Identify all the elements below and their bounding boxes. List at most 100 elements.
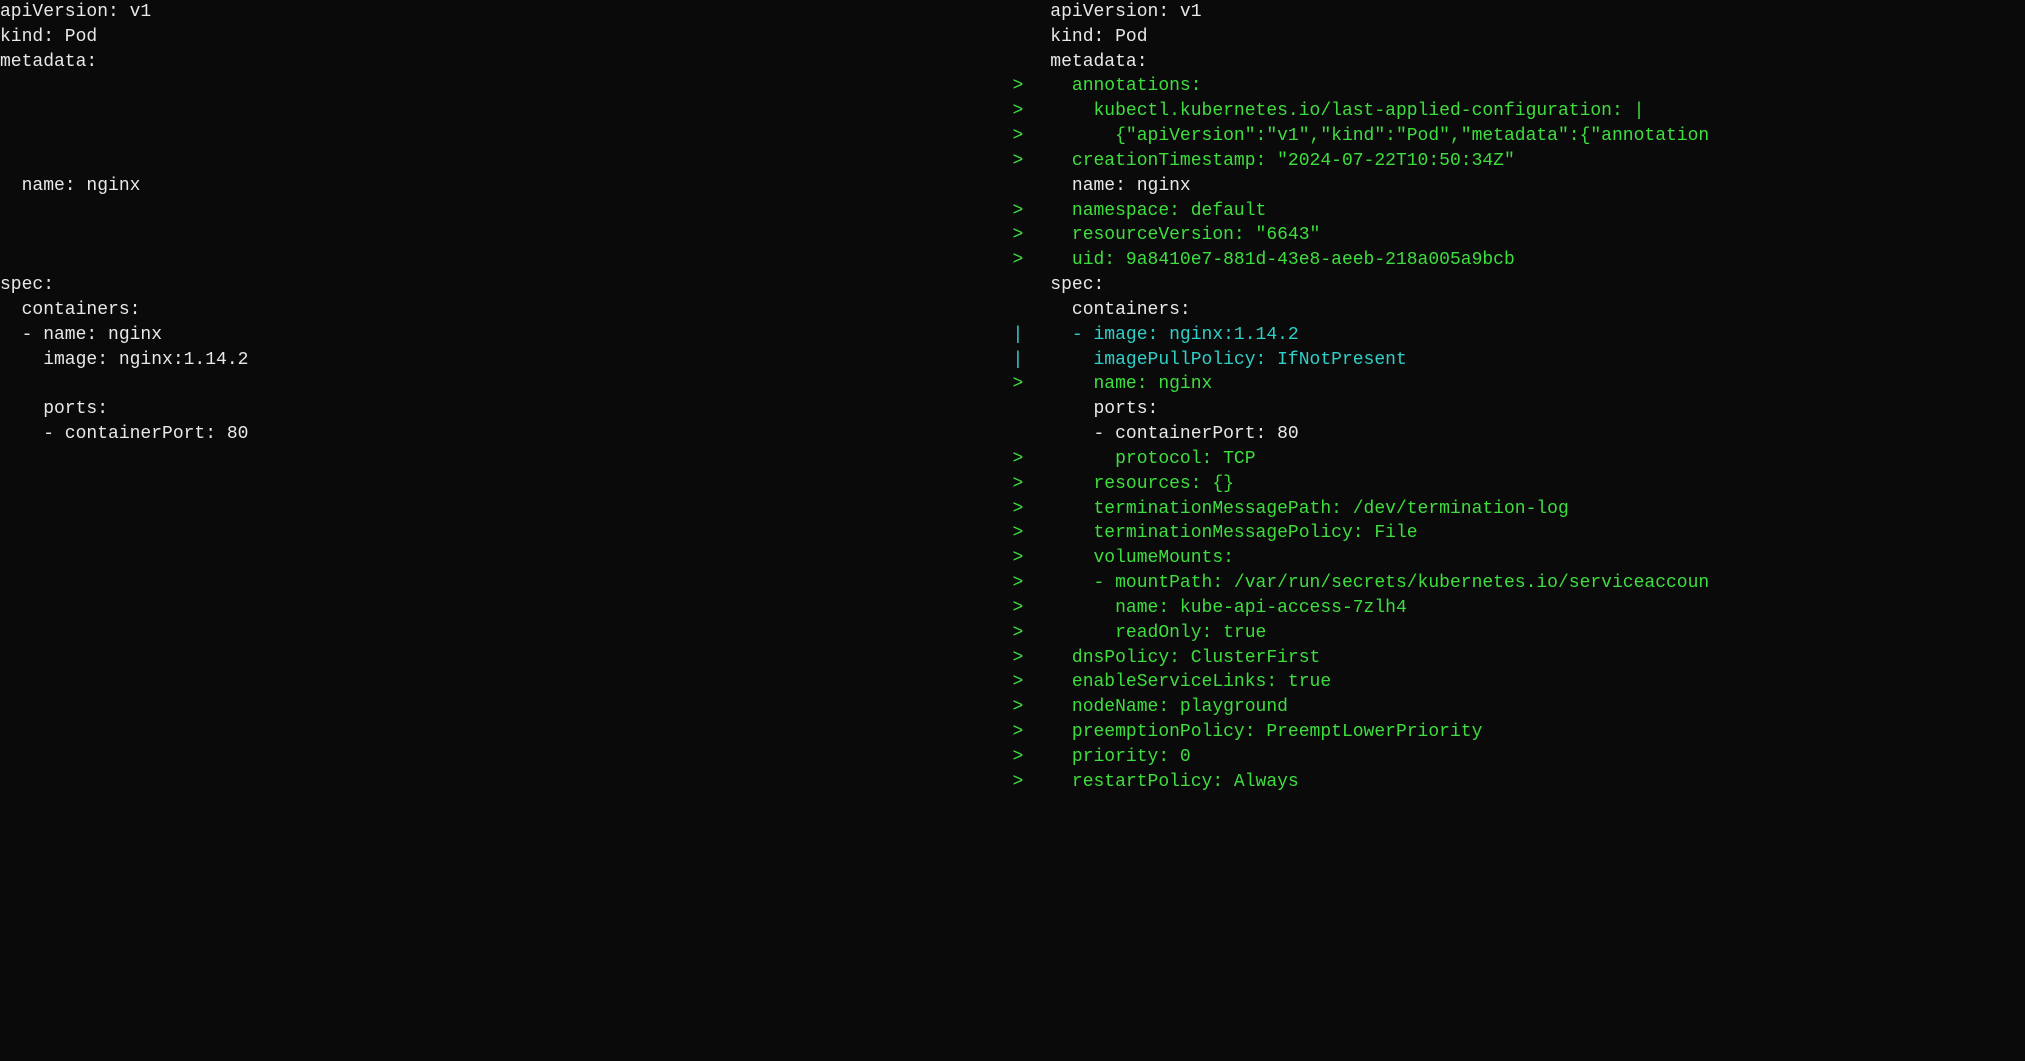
diff-marker: > [1013, 199, 1029, 224]
diff-text: resources: {} [1050, 474, 1234, 494]
diff-text: image: nginx:1.14.2 [0, 350, 248, 370]
diff-line: > nodeName: playground [1013, 695, 2025, 720]
diff-marker: > [1013, 497, 1029, 522]
diff-text: metadata: [0, 52, 97, 72]
diff-text: preemptionPolicy: PreemptLowerPriority [1050, 722, 1482, 742]
diff-marker: > [1013, 447, 1029, 472]
diff-line: > preemptionPolicy: PreemptLowerPriority [1013, 720, 2025, 745]
diff-left-pane[interactable]: apiVersion: v1 kind: Pod metadata: name: n… [0, 0, 1013, 1061]
diff-marker [1013, 273, 1029, 298]
diff-text: priority: 0 [1050, 747, 1190, 767]
diff-line: > - mountPath: /var/run/secrets/kubernet… [1013, 571, 2025, 596]
diff-marker [1013, 298, 1029, 323]
diff-line: > priority: 0 [1013, 745, 2025, 770]
diff-line: metadata: [1013, 50, 2025, 75]
diff-marker [1013, 422, 1029, 447]
diff-line: kind: Pod [0, 25, 1013, 50]
diff-line: > kubectl.kubernetes.io/last-applied-con… [1013, 99, 2025, 124]
diff-text: metadata: [1050, 52, 1147, 72]
diff-text: imagePullPolicy: IfNotPresent [1050, 350, 1406, 370]
diff-text: protocol: TCP [1050, 449, 1255, 469]
diff-marker: | [1013, 348, 1029, 373]
diff-line: | imagePullPolicy: IfNotPresent [1013, 348, 2025, 373]
diff-line: > enableServiceLinks: true [1013, 670, 2025, 695]
diff-text: apiVersion: v1 [0, 2, 151, 22]
diff-right-pane[interactable]: apiVersion: v1 kind: Pod metadata:> anno… [1013, 0, 2025, 1061]
diff-line: image: nginx:1.14.2 [0, 348, 1013, 373]
diff-line: > {"apiVersion":"v1","kind":"Pod","metad… [1013, 124, 2025, 149]
diff-text: readOnly: true [1050, 623, 1266, 643]
diff-text: enableServiceLinks: true [1050, 672, 1331, 692]
diff-line: name: nginx [0, 174, 1013, 199]
diff-marker: > [1013, 695, 1029, 720]
diff-line: > name: nginx [1013, 372, 2025, 397]
diff-text: restartPolicy: Always [1050, 772, 1298, 792]
diff-text: - mountPath: /var/run/secrets/kubernetes… [1050, 573, 1709, 593]
diff-text: resourceVersion: "6643" [1050, 225, 1320, 245]
diff-marker: > [1013, 621, 1029, 646]
diff-line: metadata: [0, 50, 1013, 75]
diff-line: > terminationMessagePolicy: File [1013, 521, 2025, 546]
diff-line [0, 248, 1013, 273]
diff-line: > annotations: [1013, 74, 2025, 99]
diff-text: kind: Pod [0, 27, 97, 47]
diff-line: > resourceVersion: "6643" [1013, 223, 2025, 248]
diff-marker [1013, 0, 1029, 25]
diff-line [0, 223, 1013, 248]
diff-marker: > [1013, 546, 1029, 571]
diff-marker: > [1013, 571, 1029, 596]
diff-text: containers: [1050, 300, 1190, 320]
diff-line: > namespace: default [1013, 199, 2025, 224]
diff-text: uid: 9a8410e7-881d-43e8-aeeb-218a005a9bc… [1050, 250, 1514, 270]
diff-text: spec: [0, 275, 54, 295]
diff-text: nodeName: playground [1050, 697, 1288, 717]
diff-line [0, 74, 1013, 99]
diff-line: > readOnly: true [1013, 621, 2025, 646]
diff-marker [1013, 397, 1029, 422]
diff-marker: > [1013, 770, 1029, 795]
diff-text: kind: Pod [1050, 27, 1147, 47]
diff-container: apiVersion: v1 kind: Pod metadata: name: n… [0, 0, 2025, 1061]
diff-line: spec: [1013, 273, 2025, 298]
diff-text: ports: [1050, 399, 1158, 419]
diff-text: annotations: [1050, 76, 1201, 96]
diff-text: volumeMounts: [1050, 548, 1234, 568]
diff-marker: > [1013, 74, 1029, 99]
diff-line: ports: [0, 397, 1013, 422]
diff-line: > protocol: TCP [1013, 447, 2025, 472]
diff-line: - containerPort: 80 [0, 422, 1013, 447]
diff-text: containers: [0, 300, 140, 320]
diff-marker: > [1013, 248, 1029, 273]
diff-line: | - image: nginx:1.14.2 [1013, 323, 2025, 348]
diff-text: - name: nginx [0, 325, 162, 345]
diff-marker: > [1013, 124, 1029, 149]
diff-marker [1013, 25, 1029, 50]
diff-text: name: nginx [0, 176, 140, 196]
diff-marker: > [1013, 521, 1029, 546]
diff-line [0, 124, 1013, 149]
diff-line [0, 372, 1013, 397]
diff-line: > resources: {} [1013, 472, 2025, 497]
diff-line: apiVersion: v1 [0, 0, 1013, 25]
diff-text: name: kube-api-access-7zlh4 [1050, 598, 1406, 618]
diff-line: containers: [0, 298, 1013, 323]
diff-line: - containerPort: 80 [1013, 422, 2025, 447]
diff-line: - name: nginx [0, 323, 1013, 348]
diff-text: name: nginx [1050, 374, 1212, 394]
diff-line: name: nginx [1013, 174, 2025, 199]
diff-marker: > [1013, 670, 1029, 695]
diff-text: name: nginx [1050, 176, 1190, 196]
diff-marker: > [1013, 223, 1029, 248]
diff-line: apiVersion: v1 [1013, 0, 2025, 25]
diff-text: namespace: default [1050, 201, 1266, 221]
diff-marker: > [1013, 472, 1029, 497]
diff-line [0, 149, 1013, 174]
diff-line [0, 99, 1013, 124]
diff-text: kubectl.kubernetes.io/last-applied-confi… [1050, 101, 1644, 121]
diff-text: apiVersion: v1 [1050, 2, 1201, 22]
diff-text: ports: [0, 399, 108, 419]
diff-line: containers: [1013, 298, 2025, 323]
diff-line: > dnsPolicy: ClusterFirst [1013, 646, 2025, 671]
diff-marker [1013, 50, 1029, 75]
diff-text: creationTimestamp: "2024-07-22T10:50:34Z… [1050, 151, 1514, 171]
